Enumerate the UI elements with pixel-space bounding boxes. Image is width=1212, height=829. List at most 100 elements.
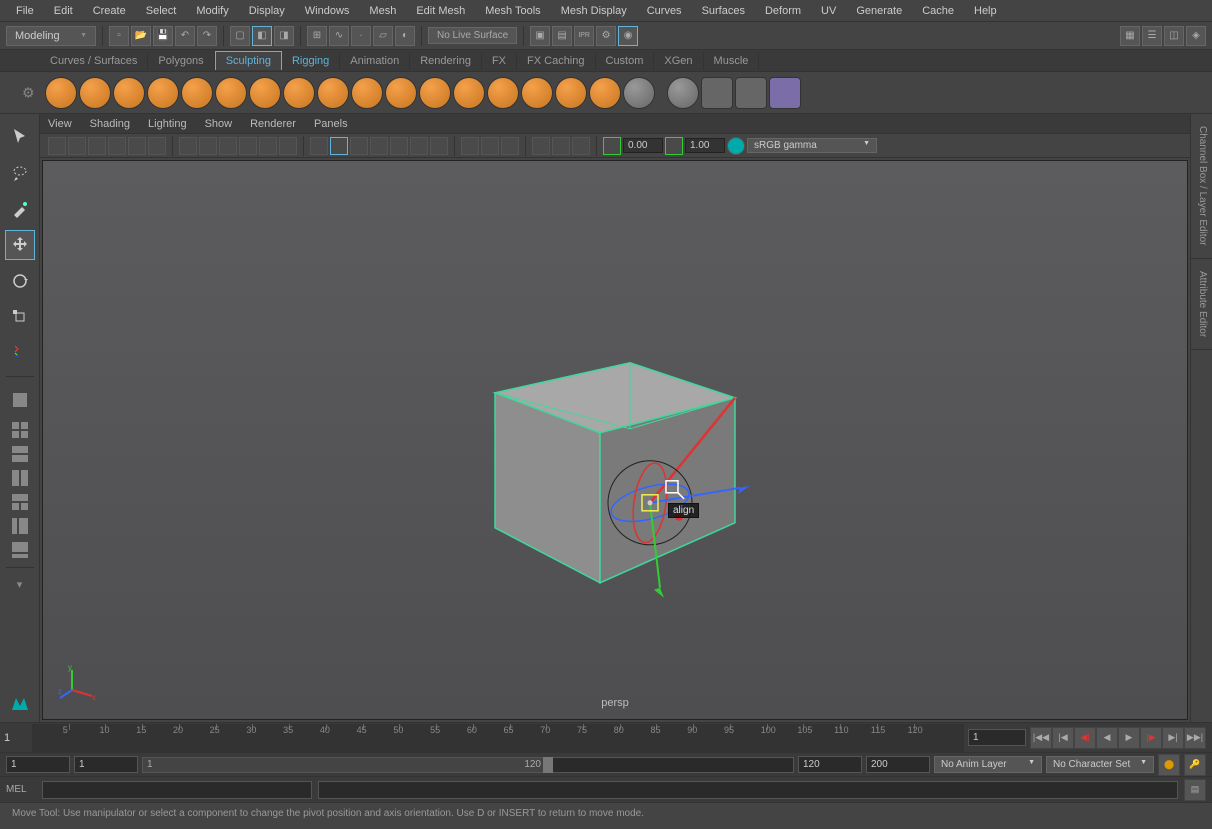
sculpt-tool-11-icon[interactable] bbox=[385, 77, 417, 109]
vp-shaded-icon[interactable] bbox=[330, 137, 348, 155]
menu-modify[interactable]: Modify bbox=[186, 5, 238, 17]
vp-safe-title-icon[interactable] bbox=[279, 137, 297, 155]
outliner-pane-icon[interactable] bbox=[5, 517, 35, 535]
select-tool-icon[interactable] bbox=[5, 122, 35, 152]
two-pane-v-icon[interactable] bbox=[5, 469, 35, 487]
shelf-tab-xgen[interactable]: XGen bbox=[654, 52, 703, 70]
set-key-icon[interactable]: 🔑 bbox=[1184, 754, 1206, 776]
range-slider[interactable]: 1 120 bbox=[142, 757, 794, 773]
sculpt-tool-17-icon[interactable] bbox=[589, 77, 621, 109]
vp-color-mgmt-icon[interactable] bbox=[727, 137, 745, 155]
redo-icon[interactable]: ↷ bbox=[197, 26, 217, 46]
shelf-tab-fx[interactable]: FX bbox=[482, 52, 517, 70]
uv-tool-icon[interactable] bbox=[701, 77, 733, 109]
play-fwd-icon[interactable]: ▶ bbox=[1118, 727, 1140, 749]
menu-cache[interactable]: Cache bbox=[912, 5, 964, 17]
sculpt-tool-18-icon[interactable] bbox=[623, 77, 655, 109]
vp-menu-lighting[interactable]: Lighting bbox=[148, 118, 187, 130]
vp-ao-icon[interactable] bbox=[410, 137, 428, 155]
vp-field-chart-icon[interactable] bbox=[239, 137, 257, 155]
snap-live-icon[interactable]: ◐ bbox=[395, 26, 415, 46]
sculpt-tool-2-icon[interactable] bbox=[79, 77, 111, 109]
vp-wireframe-icon[interactable] bbox=[310, 137, 328, 155]
sculpt-tool-13-icon[interactable] bbox=[453, 77, 485, 109]
scale-tool-icon[interactable] bbox=[5, 302, 35, 332]
ipr-render-icon[interactable]: IPR bbox=[574, 26, 594, 46]
time-ruler[interactable]: 5101520253035404550556065707580859095100… bbox=[32, 724, 964, 752]
shelf-tab-rigging[interactable]: Rigging bbox=[282, 52, 340, 70]
vp-xray-icon[interactable] bbox=[461, 137, 479, 155]
range-start-field[interactable] bbox=[6, 756, 70, 773]
vp-far-clip-icon[interactable] bbox=[665, 137, 683, 155]
sculpt-tool-5-icon[interactable] bbox=[181, 77, 213, 109]
step-fwd-key-icon[interactable]: ▶| bbox=[1162, 727, 1184, 749]
vp-xray-joints-icon[interactable] bbox=[481, 137, 499, 155]
sculpt-tool-3-icon[interactable] bbox=[113, 77, 145, 109]
vp-gamma-icon[interactable] bbox=[552, 137, 570, 155]
vp-menu-panels[interactable]: Panels bbox=[314, 118, 348, 130]
sculpt-tool-16-icon[interactable] bbox=[555, 77, 587, 109]
stamp-tool-icon[interactable] bbox=[735, 77, 767, 109]
vp-menu-view[interactable]: View bbox=[48, 118, 72, 130]
range-end-field[interactable] bbox=[866, 756, 930, 773]
render-globals-icon[interactable]: ◉ bbox=[618, 26, 638, 46]
sculpt-tool-4-icon[interactable] bbox=[147, 77, 179, 109]
shelf-tab-sculpting[interactable]: Sculpting bbox=[215, 51, 282, 70]
freeze-tool-icon[interactable] bbox=[667, 77, 699, 109]
select-mode-icon[interactable]: ▢ bbox=[230, 26, 250, 46]
menu-display[interactable]: Display bbox=[239, 5, 295, 17]
undo-icon[interactable]: ↶ bbox=[175, 26, 195, 46]
menu-uv[interactable]: UV bbox=[811, 5, 846, 17]
move-tool-icon[interactable] bbox=[5, 230, 35, 260]
vp-grid-icon[interactable] bbox=[148, 137, 166, 155]
view-axis-gizmo[interactable]: y x z bbox=[58, 664, 98, 704]
sculpt-tool-12-icon[interactable] bbox=[419, 77, 451, 109]
anim-start-field[interactable] bbox=[74, 756, 138, 773]
menu-windows[interactable]: Windows bbox=[295, 5, 360, 17]
command-input[interactable] bbox=[42, 781, 312, 799]
vp-menu-renderer[interactable]: Renderer bbox=[250, 118, 296, 130]
vp-2d-pan-icon[interactable] bbox=[108, 137, 126, 155]
two-pane-h-icon[interactable] bbox=[5, 445, 35, 463]
panel-layout-icon[interactable]: ▦ bbox=[1120, 26, 1140, 46]
outliner-icon[interactable]: ☰ bbox=[1142, 26, 1162, 46]
attribute-editor-tab[interactable]: Attribute Editor bbox=[1191, 259, 1212, 350]
sculpt-tool-10-icon[interactable] bbox=[351, 77, 383, 109]
menu-help[interactable]: Help bbox=[964, 5, 1007, 17]
channel-box-tab[interactable]: Channel Box / Layer Editor bbox=[1191, 114, 1212, 259]
menu-surfaces[interactable]: Surfaces bbox=[692, 5, 755, 17]
render-frame-icon[interactable]: ▤ bbox=[552, 26, 572, 46]
sculpt-tool-7-icon[interactable] bbox=[249, 77, 281, 109]
workspace-mode-select[interactable]: Modeling bbox=[6, 26, 96, 46]
vp-gate-mask-icon[interactable] bbox=[219, 137, 237, 155]
sculpt-tool-14-icon[interactable] bbox=[487, 77, 519, 109]
rotate-tool-icon[interactable] bbox=[5, 266, 35, 296]
menu-select[interactable]: Select bbox=[136, 5, 187, 17]
shelf-tab-fx-caching[interactable]: FX Caching bbox=[517, 52, 595, 70]
vp-textured-icon[interactable] bbox=[350, 137, 368, 155]
live-surface-button[interactable]: No Live Surface bbox=[428, 27, 517, 44]
vp-res-gate-icon[interactable] bbox=[199, 137, 217, 155]
shelf-options-icon[interactable]: ⚙ bbox=[22, 84, 35, 101]
range-slider-thumb[interactable] bbox=[543, 757, 553, 773]
shelf-tab-muscle[interactable]: Muscle bbox=[704, 52, 760, 70]
sculpt-tool-9-icon[interactable] bbox=[317, 77, 349, 109]
vp-far-clip-field[interactable] bbox=[685, 138, 725, 153]
select-hierarchy-icon[interactable]: ◧ bbox=[252, 26, 272, 46]
snap-plane-icon[interactable]: ▱ bbox=[373, 26, 393, 46]
step-fwd-icon[interactable]: |▶ bbox=[1140, 727, 1162, 749]
select-object-icon[interactable]: ◨ bbox=[274, 26, 294, 46]
anim-layer-select[interactable]: No Anim Layer bbox=[934, 756, 1042, 773]
sculpt-tool-1-icon[interactable] bbox=[45, 77, 77, 109]
go-start-icon[interactable]: |◀◀ bbox=[1030, 727, 1052, 749]
new-scene-icon[interactable]: ▫ bbox=[109, 26, 129, 46]
vp-grease-icon[interactable] bbox=[128, 137, 146, 155]
step-back-icon[interactable]: ◀| bbox=[1074, 727, 1096, 749]
vp-exposure-icon[interactable] bbox=[532, 137, 550, 155]
vp-motion-blur-icon[interactable] bbox=[430, 137, 448, 155]
script-editor-icon[interactable]: ▤ bbox=[1184, 779, 1206, 801]
vp-shadows-icon[interactable] bbox=[390, 137, 408, 155]
vp-colorspace-select[interactable]: sRGB gamma bbox=[747, 138, 877, 153]
go-end-icon[interactable]: ▶▶| bbox=[1184, 727, 1206, 749]
sculpt-tool-15-icon[interactable] bbox=[521, 77, 553, 109]
